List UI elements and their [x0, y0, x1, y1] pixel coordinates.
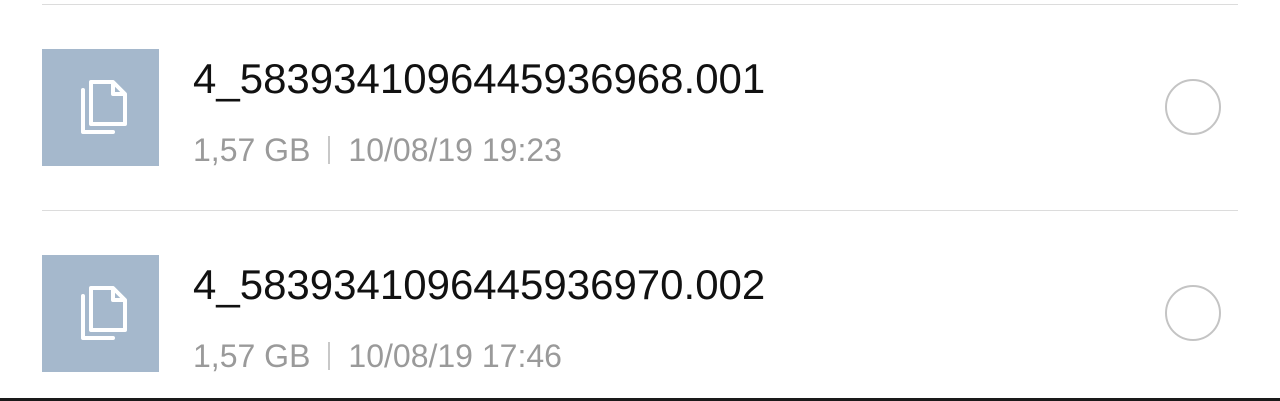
select-radio-button[interactable] [1165, 285, 1221, 341]
file-list-screen: 4_5839341096445936968.001 1,57 GB 10/08/… [0, 0, 1280, 401]
file-datetime: 10/08/19 19:23 [348, 132, 562, 168]
file-size: 1,57 GB [193, 338, 311, 374]
meta-separator [328, 342, 331, 370]
meta-separator [328, 136, 331, 164]
copy-file-icon [69, 76, 133, 140]
copy-file-icon [69, 282, 133, 346]
list-divider [42, 210, 1238, 211]
file-thumbnail [42, 49, 159, 166]
file-name: 4_5839341096445936970.002 [193, 261, 766, 308]
file-meta: 1,57 GB 10/08/19 19:23 [193, 132, 562, 168]
file-meta: 1,57 GB 10/08/19 17:46 [193, 338, 562, 374]
select-radio-button[interactable] [1165, 79, 1221, 135]
file-datetime: 10/08/19 17:46 [348, 338, 562, 374]
file-name: 4_5839341096445936968.001 [193, 55, 766, 102]
file-thumbnail [42, 255, 159, 372]
file-list-item[interactable]: 4_5839341096445936968.001 1,57 GB 10/08/… [0, 30, 1280, 180]
file-list-item[interactable]: 4_5839341096445936970.002 1,57 GB 10/08/… [0, 236, 1280, 386]
list-divider [42, 4, 1238, 5]
file-size: 1,57 GB [193, 132, 311, 168]
